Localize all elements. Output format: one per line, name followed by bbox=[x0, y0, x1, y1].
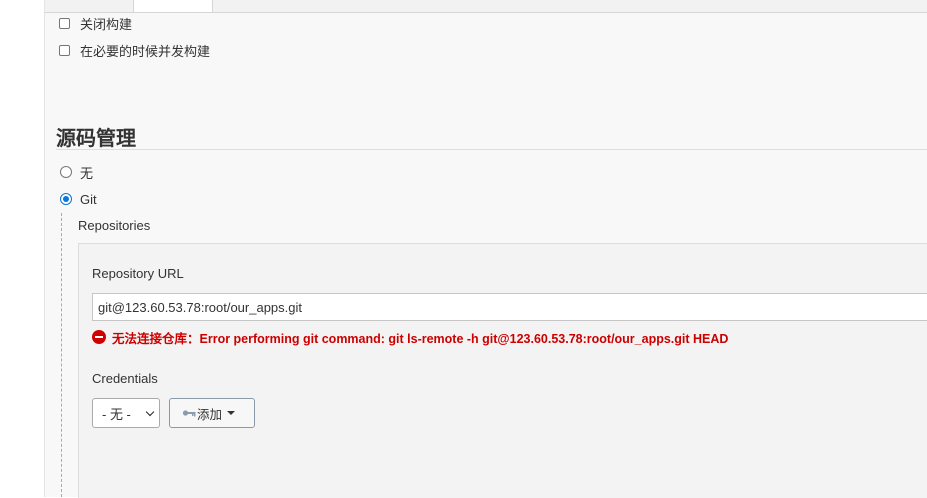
chevron-down-icon bbox=[145, 407, 155, 417]
disable-build-checkbox[interactable] bbox=[59, 17, 70, 29]
add-credentials-button[interactable]: 添加 bbox=[169, 398, 255, 428]
section-divider bbox=[56, 149, 927, 150]
repository-url-input[interactable] bbox=[92, 293, 927, 321]
credentials-selected-value: - 无 - bbox=[102, 406, 131, 422]
tab-strip bbox=[45, 0, 927, 13]
scm-none-radio[interactable] bbox=[60, 166, 72, 178]
repositories-label: Repositories bbox=[78, 218, 151, 233]
scm-option-none[interactable]: 无 bbox=[60, 163, 93, 181]
tab-general[interactable] bbox=[133, 0, 213, 12]
error-icon bbox=[92, 330, 106, 344]
scm-section-title: 源码管理 bbox=[56, 128, 136, 150]
repository-config-box bbox=[78, 243, 927, 498]
repository-error-text: 无法连接仓库：Error performing git command: git… bbox=[112, 331, 729, 346]
caret-down-icon bbox=[227, 411, 236, 415]
scm-git-radio[interactable] bbox=[60, 193, 72, 205]
concurrent-build-label: 在必要的时候并发构建 bbox=[80, 43, 211, 59]
scm-git-label: Git bbox=[80, 191, 97, 207]
git-section-indent-line bbox=[61, 213, 62, 497]
concurrent-build-option[interactable]: 在必要的时候并发构建 bbox=[59, 41, 210, 59]
scm-none-label: 无 bbox=[80, 165, 94, 181]
credentials-label: Credentials bbox=[92, 371, 158, 386]
disable-build-option[interactable]: 关闭构建 bbox=[59, 14, 132, 32]
scm-option-git[interactable]: Git bbox=[60, 190, 97, 208]
credentials-select[interactable]: - 无 - bbox=[92, 398, 160, 428]
concurrent-build-checkbox[interactable] bbox=[59, 44, 70, 56]
left-gutter bbox=[0, 0, 45, 497]
repository-error-message: 无法连接仓库：Error performing git command: git… bbox=[92, 329, 729, 346]
repository-url-label: Repository URL bbox=[92, 266, 184, 281]
add-button-label: 添加 bbox=[197, 407, 223, 422]
disable-build-label: 关闭构建 bbox=[80, 16, 133, 32]
key-icon bbox=[182, 410, 196, 417]
